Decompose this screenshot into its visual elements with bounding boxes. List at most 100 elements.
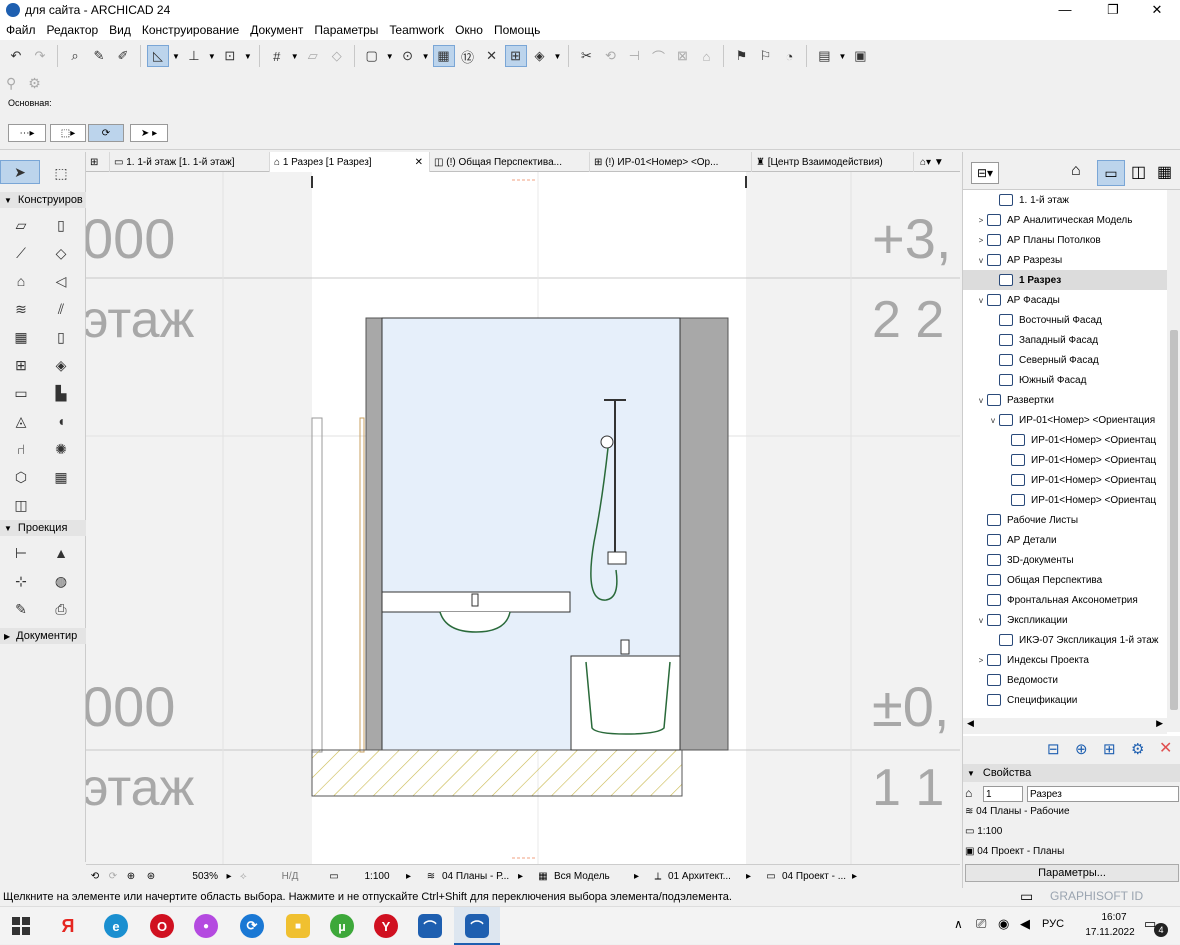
arrow-tool-icon[interactable]: ➤ (0, 160, 40, 184)
model-view-value[interactable]: Вся Модель (554, 871, 634, 882)
language-indicator[interactable]: РУС (1042, 918, 1064, 930)
door-frame[interactable] (311, 417, 323, 753)
object-tool-icon[interactable]: ▭ (10, 382, 32, 404)
menu-view[interactable]: Вид (103, 23, 136, 37)
nav-item[interactable]: Восточный Фасад (963, 310, 1167, 330)
zoom-in-icon[interactable]: ⊕ (122, 871, 140, 882)
level-tool-icon[interactable]: ▲ (50, 542, 72, 564)
nav-item[interactable]: > АР Аналитическая Модель (963, 210, 1167, 230)
zoom-redo-icon[interactable]: ⟳ (104, 871, 122, 882)
roof-tool-icon[interactable]: ⌂ (10, 270, 32, 292)
zoom-undo-icon[interactable]: ⟲ (86, 871, 104, 882)
nav-item[interactable]: ИР-01<Номер> <Ориентац (963, 470, 1167, 490)
nav-item[interactable]: Ведомости (963, 670, 1167, 690)
rotate-icon[interactable]: ⟲ (599, 45, 621, 67)
wall-tool-icon[interactable]: ▱ (10, 214, 32, 236)
parameters-button[interactable]: Параметры... (965, 864, 1179, 882)
nav-item[interactable]: 1. 1-й этаж (963, 190, 1167, 210)
chevron-down-icon[interactable]: ▼ (244, 52, 252, 61)
maximize-button[interactable]: ❐ (1090, 0, 1136, 20)
nav-item[interactable]: Западный Фасад (963, 330, 1167, 350)
horizontal-scrollbar[interactable]: ◀ ▶ (963, 718, 1167, 734)
chevron-down-icon[interactable]: ▼ (172, 52, 180, 61)
floor-slab[interactable] (311, 749, 683, 797)
chevron-right-icon[interactable]: ▸ (518, 871, 532, 882)
beam-tool-icon[interactable]: ⟋ (10, 242, 32, 264)
clock-date[interactable]: 17.11.2022 (1078, 927, 1142, 938)
selection-frame-icon[interactable]: ⊞ (504, 45, 527, 67)
nav-item[interactable]: ИР-01<Номер> <Ориентац (963, 450, 1167, 470)
zoom-value[interactable]: 503% (162, 871, 218, 882)
angle-dimension-icon[interactable]: ◍ (50, 570, 72, 592)
chevron-right-icon[interactable]: ▸ (634, 871, 648, 882)
nav-item[interactable]: Южный Фасад (963, 370, 1167, 390)
shower-mixer[interactable] (607, 551, 627, 565)
offset-icon[interactable]: ⊣ (623, 45, 645, 67)
shower-head[interactable] (600, 435, 614, 449)
eyedropper-icon[interactable]: ✎ (88, 45, 110, 67)
sink-faucet[interactable] (471, 593, 479, 607)
marquee-tool-icon[interactable]: ⬚ (50, 162, 72, 184)
chevron-left-icon[interactable]: ◀ (967, 718, 974, 734)
power-icon[interactable]: ⟳ (240, 914, 264, 938)
left-wall[interactable] (365, 317, 383, 751)
archicad-active-taskbar[interactable]: ⌒ (454, 907, 500, 945)
scale-value[interactable]: 1:100 (348, 871, 406, 882)
shell-tool-icon[interactable]: ◁ (50, 270, 72, 292)
nav-item[interactable]: 3D-документы (963, 550, 1167, 570)
grid-tool-icon[interactable]: ▦ (50, 466, 72, 488)
chevron-right-icon[interactable]: ▸ (406, 871, 420, 882)
nav-item[interactable]: v Экспликации (963, 610, 1167, 630)
tab-elevation[interactable]: ⊞ (!) ИР-01<Номер> <Ор... (590, 152, 752, 172)
layer-icon[interactable]: ▱ (302, 45, 324, 67)
chat-icon[interactable]: ◔ (778, 45, 800, 67)
close-button[interactable]: ✕ (1134, 0, 1180, 20)
link-icon[interactable]: ⚲ (6, 75, 16, 92)
nav-item[interactable]: Северный Фасад (963, 350, 1167, 370)
arrow-tool-button[interactable]: ➤ ▸ (130, 124, 168, 142)
menu-file[interactable]: Файл (0, 23, 41, 37)
cross-icon[interactable]: ✕ (481, 45, 503, 67)
nav-item[interactable]: > АР Планы Потолков (963, 230, 1167, 250)
graphisoft-id-label[interactable]: GRAPHISOFT ID (1050, 889, 1143, 903)
new-view-icon[interactable]: ⊕ (1075, 740, 1088, 758)
toolbox-section-projection[interactable]: ▼ Проекция (0, 520, 86, 536)
column-tool-icon[interactable]: ▯ (50, 214, 72, 236)
grid-snap-icon[interactable]: # (266, 45, 288, 67)
nav-item[interactable]: Фронтальная Аксонометрия (963, 590, 1167, 610)
pen-set-row[interactable]: ▣ 04 Проект - Планы (965, 846, 1064, 857)
cube-tool-icon[interactable]: ⬡ (10, 466, 32, 488)
chevron-right-icon[interactable]: ▸ (852, 871, 864, 882)
override-value[interactable]: 04 Проект - ... (782, 871, 852, 882)
undo-icon[interactable]: ↶ (5, 45, 27, 67)
menu-window[interactable]: Окно (449, 23, 488, 37)
project-map-icon[interactable]: ⌂ (1071, 162, 1081, 180)
nav-item[interactable]: Спецификации (963, 690, 1167, 710)
chevron-up-icon[interactable]: ∧ (954, 917, 963, 931)
morph-tool-icon[interactable]: ◖ (50, 410, 72, 432)
nav-item-selected[interactable]: 1 Разрез (963, 270, 1167, 290)
marquee-mode-button[interactable]: ⬚▸ (50, 124, 86, 142)
toolbox-section-documenting[interactable]: ▶ Документир (0, 628, 86, 644)
door-jamb[interactable] (359, 417, 365, 753)
yandex-icon[interactable]: Я (56, 914, 80, 938)
opening-tool-icon[interactable]: ◫ (10, 494, 32, 516)
nav-item[interactable]: v ИР-01<Номер> <Ориентация (963, 410, 1167, 430)
view-name-field[interactable] (1027, 786, 1179, 802)
teamwork-icon[interactable]: ▢ (361, 45, 383, 67)
tab-perspective[interactable]: ◫ (!) Общая Перспектива... (430, 152, 590, 172)
yandex-browser-icon[interactable]: Y (374, 914, 398, 938)
chevron-down-icon[interactable]: ▼ (208, 52, 216, 61)
volume-icon[interactable]: ◀ (1020, 916, 1030, 932)
trace-icon[interactable]: ◇ (326, 45, 348, 67)
pen-set-value[interactable]: 01 Архитект... (668, 871, 746, 882)
chevron-right-icon[interactable]: ▸ (746, 871, 760, 882)
menu-edit[interactable]: Редактор (41, 23, 104, 37)
nav-item[interactable]: v АР Фасады (963, 290, 1167, 310)
chair-tool-icon[interactable]: ⑁ (10, 438, 32, 460)
edge-icon[interactable]: e (104, 914, 128, 938)
right-wall[interactable] (679, 317, 729, 751)
windows-start-icon[interactable] (12, 917, 30, 935)
3d-view-icon[interactable]: ◈ (529, 45, 551, 67)
nav-item[interactable]: > Индексы Проекта (963, 650, 1167, 670)
